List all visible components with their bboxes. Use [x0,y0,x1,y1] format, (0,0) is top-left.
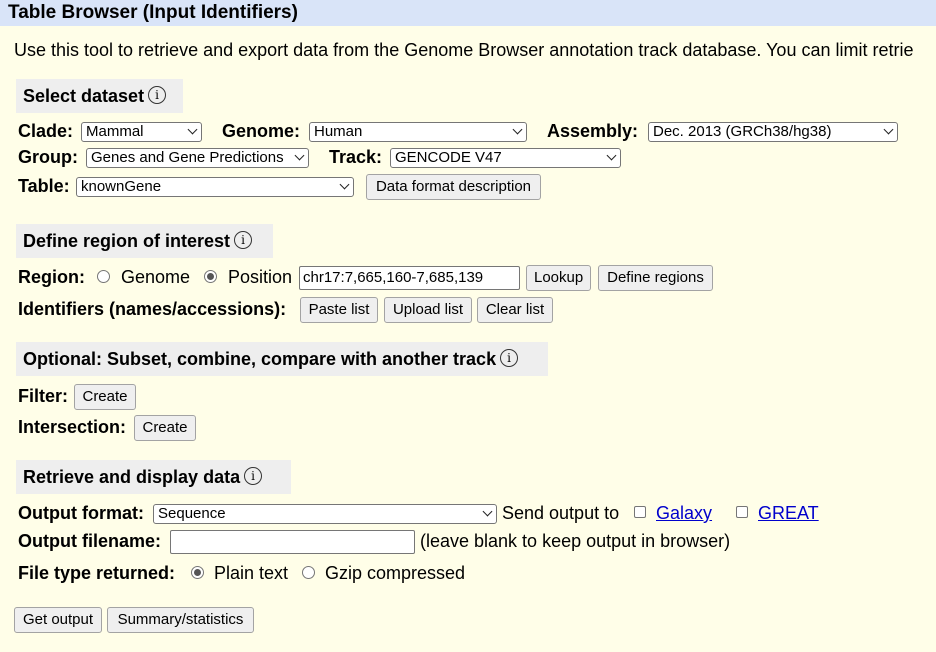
position-radio-label: Position [228,267,293,287]
data-format-description-button[interactable]: Data format description [366,174,541,200]
section-title: Select dataset [23,86,145,106]
chevron-down-icon [339,179,350,190]
track-select[interactable]: GENCODE V47 [390,148,621,168]
section-title: Optional: Subset, combine, compare with … [23,349,497,369]
genome-value: Human [314,123,363,140]
file-type-label: File type returned: [18,563,176,583]
genome-label: Genome: [222,121,301,141]
intro-text: Use this tool to retrieve and export dat… [14,40,914,60]
intersection-create-button[interactable]: Create [134,415,196,441]
position-radio[interactable] [204,270,217,283]
chevron-down-icon [512,124,523,135]
galaxy-checkbox[interactable] [634,506,646,518]
chevron-down-icon [187,124,198,135]
filename-hint: (leave blank to keep output in browser) [420,531,731,551]
filter-label: Filter: [18,386,69,406]
group-select[interactable]: Genes and Gene Predictions [86,148,309,168]
genome-radio[interactable] [97,270,110,283]
identifiers-label: Identifiers (names/accessions): [18,299,287,319]
great-link[interactable]: GREAT [758,503,819,524]
upload-list-button[interactable]: Upload list [384,297,472,323]
track-label: Track: [329,147,383,167]
assembly-value: Dec. 2013 (GRCh38/hg38) [653,123,832,140]
galaxy-link[interactable]: Galaxy [656,503,712,524]
section-title: Retrieve and display data [23,467,241,487]
plain-text-label: Plain text [214,563,289,583]
group-label: Group: [18,147,78,167]
page-title: Table Browser (Input Identifiers) [8,2,298,23]
output-format-select[interactable]: Sequence [153,504,497,524]
position-input[interactable]: chr17:7,665,160-7,685,139 [299,266,520,290]
define-regions-button[interactable]: Define regions [598,265,713,291]
info-icon[interactable]: i [500,349,519,368]
clade-value: Mammal [86,123,144,140]
intersection-label: Intersection: [18,417,127,437]
send-output-label: Send output to [502,503,620,523]
section-title: Define region of interest [23,231,231,251]
clear-list-button[interactable]: Clear list [477,297,553,323]
lookup-button[interactable]: Lookup [526,265,591,291]
info-icon[interactable]: i [244,467,263,486]
section-optional: Optional: Subset, combine, compare with … [16,342,548,376]
output-filename-input[interactable] [170,530,415,554]
section-define-region: Define region of interest i [16,224,273,258]
table-label: Table: [18,176,70,196]
title-bar: Table Browser (Input Identifiers) [0,0,936,26]
chevron-down-icon [294,150,305,161]
info-icon[interactable]: i [148,86,167,105]
output-format-value: Sequence [158,505,226,522]
info-icon[interactable]: i [234,231,253,250]
plain-text-radio[interactable] [191,566,204,579]
assembly-select[interactable]: Dec. 2013 (GRCh38/hg38) [648,122,898,142]
filter-create-button[interactable]: Create [74,384,136,410]
get-output-button[interactable]: Get output [14,607,102,633]
table-select[interactable]: knownGene [76,177,354,197]
table-value: knownGene [81,178,162,195]
position-value: chr17:7,665,160-7,685,139 [303,269,484,286]
output-format-label: Output format: [18,503,144,523]
genome-radio-label: Genome [121,267,191,287]
group-value: Genes and Gene Predictions [91,149,284,166]
track-value: GENCODE V47 [395,149,502,166]
clade-label: Clade: [18,121,74,141]
gzip-radio[interactable] [302,566,315,579]
paste-list-button[interactable]: Paste list [300,297,378,323]
clade-select[interactable]: Mammal [81,122,202,142]
chevron-down-icon [482,506,493,517]
genome-select[interactable]: Human [309,122,527,142]
section-select-dataset: Select dataset i [16,79,183,113]
section-retrieve: Retrieve and display data i [16,460,291,494]
output-filename-label: Output filename: [18,531,161,551]
region-label: Region: [18,267,85,287]
chevron-down-icon [883,124,894,135]
chevron-down-icon [606,150,617,161]
great-checkbox[interactable] [736,506,748,518]
summary-statistics-button[interactable]: Summary/statistics [107,607,254,633]
assembly-label: Assembly: [547,121,639,141]
gzip-label: Gzip compressed [325,563,466,583]
